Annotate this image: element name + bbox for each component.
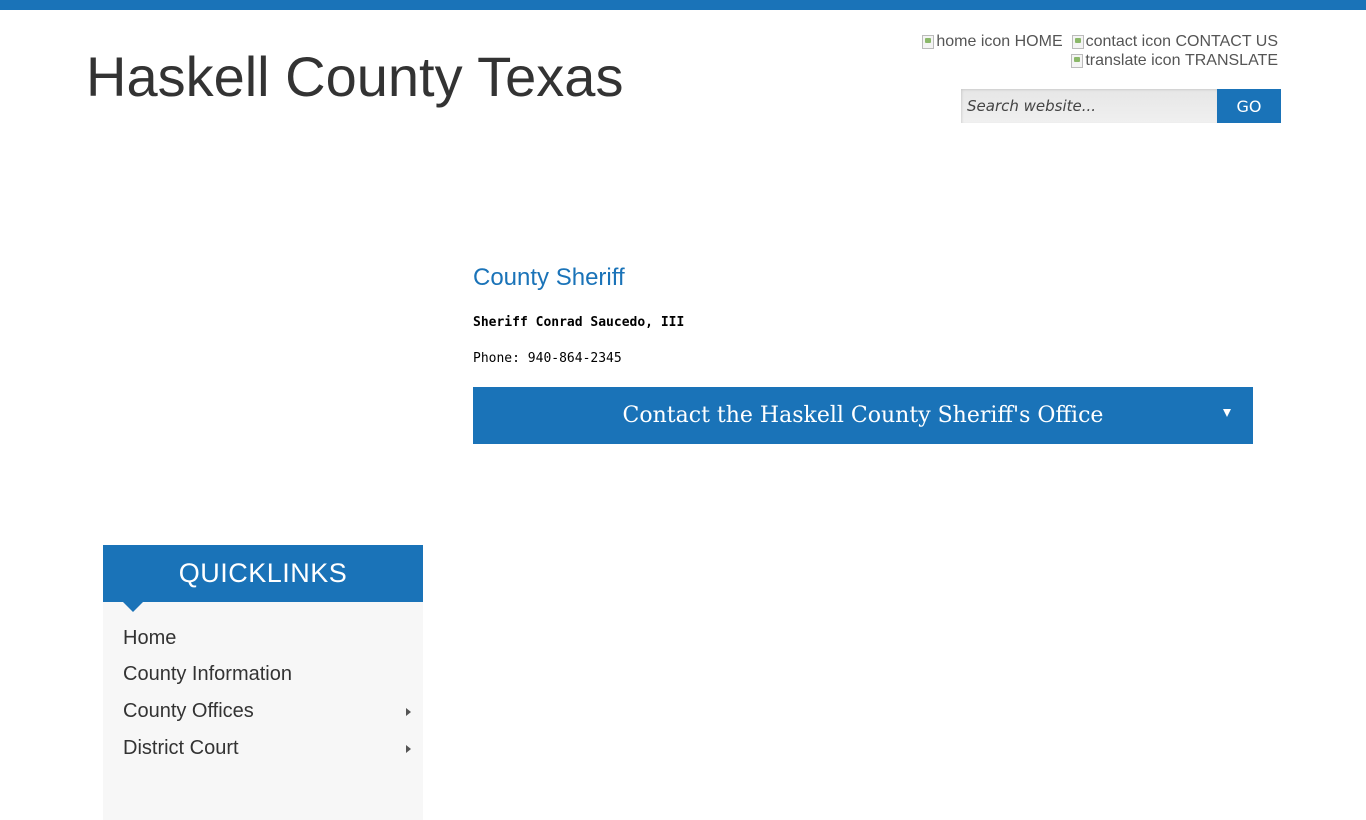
top-accent-bar xyxy=(0,0,1366,10)
contact-us-link[interactable]: contact icon CONTACT US xyxy=(1071,32,1278,51)
quicklink-label: County Information xyxy=(123,663,292,685)
accordion-title: Contact the Haskell County Sheriff's Off… xyxy=(622,403,1104,428)
contact-sheriff-accordion[interactable]: Contact the Haskell County Sheriff's Off… xyxy=(473,387,1253,444)
translate-link-label: TRANSLATE xyxy=(1184,52,1278,69)
translate-link[interactable]: translate icon TRANSLATE xyxy=(1071,51,1278,70)
quicklinks-header: QUICKLINKS xyxy=(103,545,423,612)
caret-right-icon xyxy=(406,708,411,716)
home-link[interactable]: home icon HOME xyxy=(922,32,1063,51)
main-content: County Sheriff Sheriff Conrad Saucedo, I… xyxy=(473,260,1253,444)
contact-icon xyxy=(1071,34,1084,49)
quicklink-county-information[interactable]: County Information xyxy=(103,656,423,693)
quicklinks-panel: QUICKLINKS Home County Information Count… xyxy=(103,545,423,820)
page-heading: County Sheriff xyxy=(473,264,625,291)
quicklink-district-court[interactable]: District Court xyxy=(103,730,423,767)
quicklink-county-offices[interactable]: County Offices xyxy=(103,693,423,730)
utility-links: home icon HOME contact icon CONTACT US t… xyxy=(858,32,1278,70)
quicklink-label: Home xyxy=(123,627,177,649)
translate-icon xyxy=(1071,53,1084,68)
quicklink-label: District Court xyxy=(123,737,239,759)
search-go-button[interactable]: GO xyxy=(1217,89,1281,123)
chevron-down-icon xyxy=(1223,409,1231,417)
home-icon-alt: home icon xyxy=(936,33,1011,50)
home-link-label: HOME xyxy=(1014,33,1063,50)
quicklink-label: County Offices xyxy=(123,700,254,722)
contact-icon-alt: contact icon xyxy=(1085,33,1172,50)
search-form: GO xyxy=(961,89,1281,123)
home-icon xyxy=(922,34,935,49)
site-title[interactable]: Haskell County Texas xyxy=(86,44,623,110)
sheriff-phone: Phone: 940-864-2345 xyxy=(473,351,622,366)
sheriff-name: Sheriff Conrad Saucedo, III xyxy=(473,315,685,330)
quicklinks-pointer xyxy=(123,602,143,612)
search-input[interactable] xyxy=(961,89,1217,123)
contact-us-link-label: CONTACT US xyxy=(1175,33,1278,50)
quicklinks-title: QUICKLINKS xyxy=(178,558,348,588)
quicklink-home[interactable]: Home xyxy=(103,620,423,656)
translate-icon-alt: translate icon xyxy=(1085,52,1181,69)
quicklinks-list: Home County Information County Offices D… xyxy=(103,602,423,820)
caret-right-icon xyxy=(406,745,411,753)
